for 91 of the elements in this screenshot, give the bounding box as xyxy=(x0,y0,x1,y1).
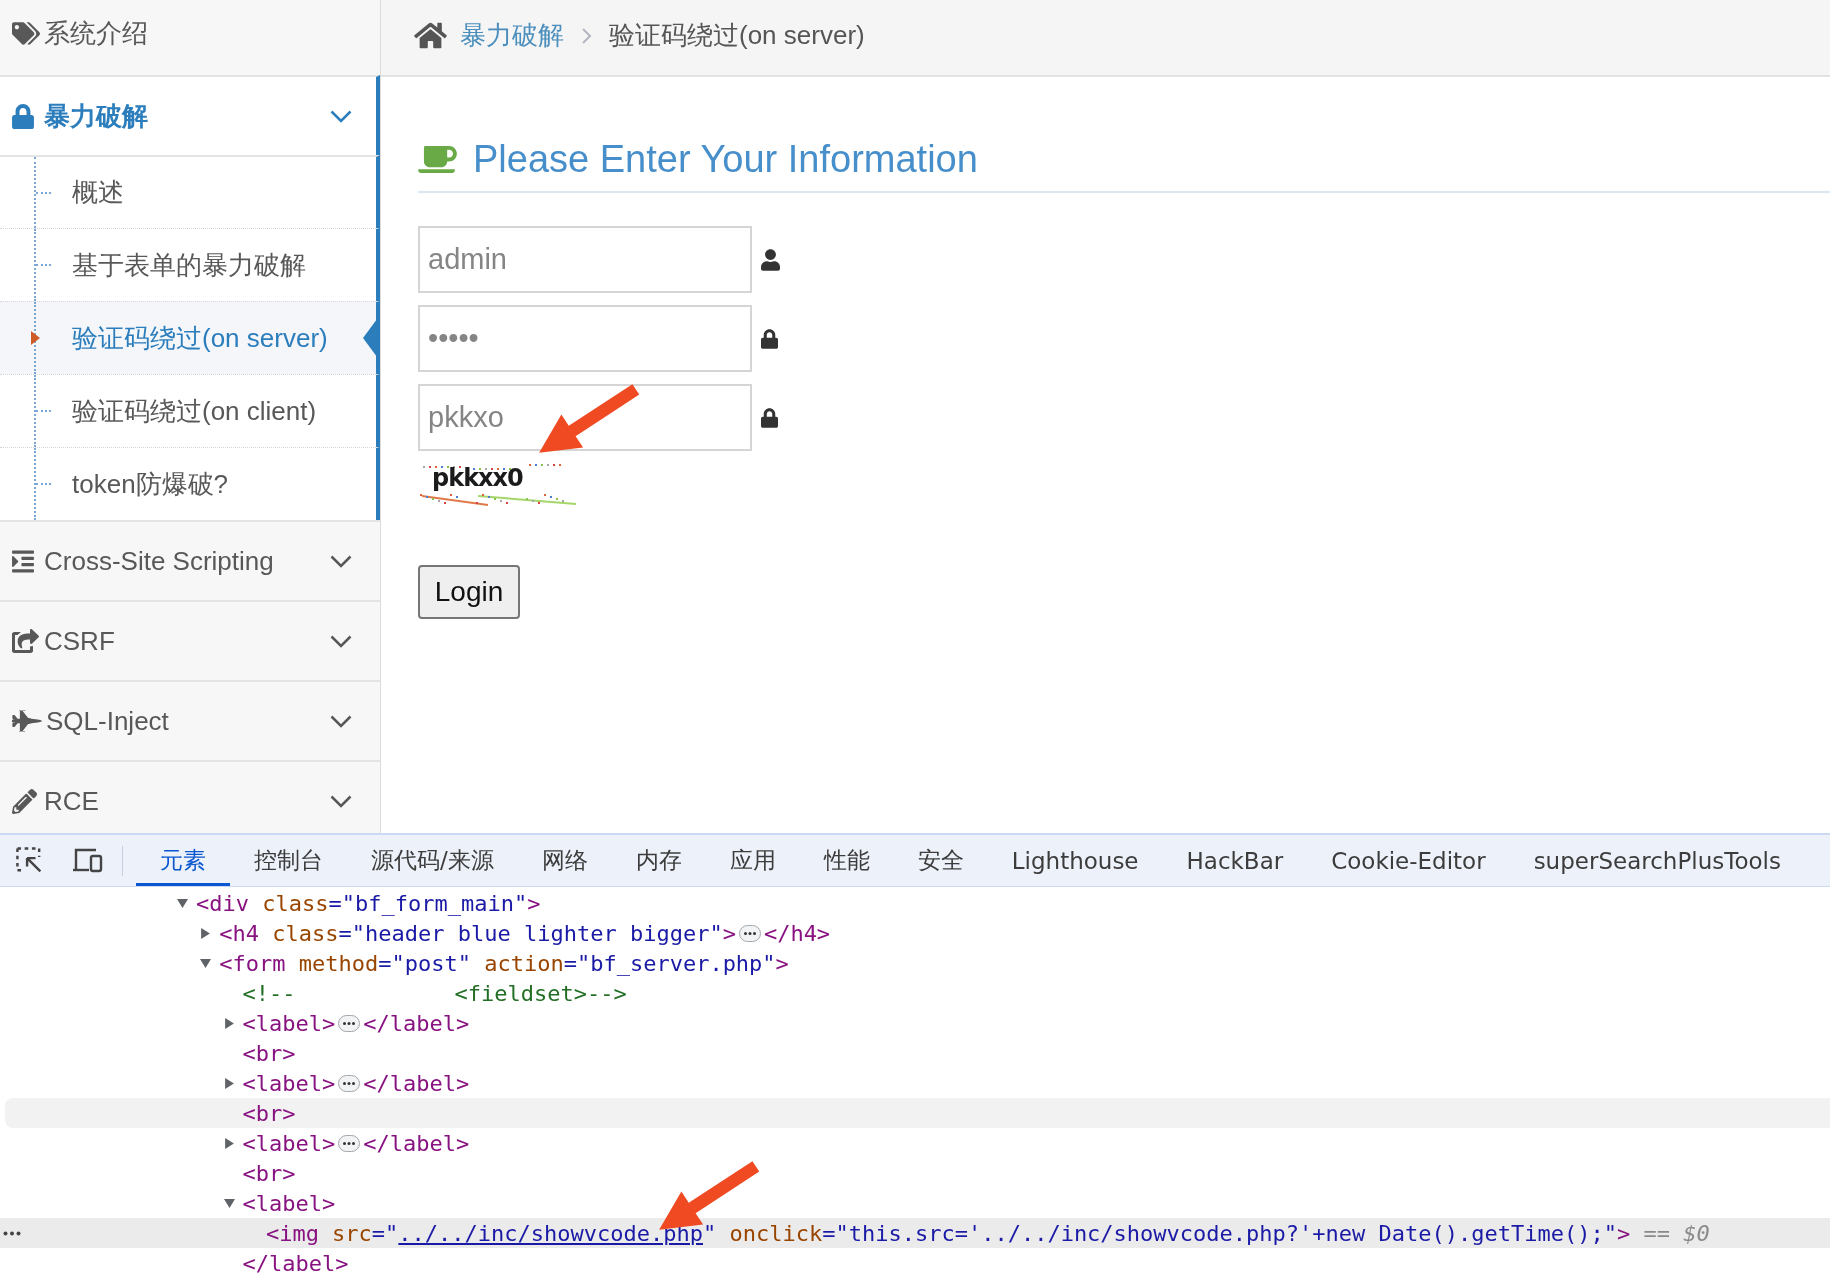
code-text: </label> xyxy=(242,1250,349,1276)
breadcrumb-current: 验证码绕过(on server) xyxy=(609,19,865,52)
code-text: </label> xyxy=(363,1130,470,1156)
devtools-tab[interactable]: 控制台 xyxy=(230,835,347,886)
triangle-down-icon[interactable] xyxy=(223,1197,235,1209)
sidebar-item[interactable]: CSRF xyxy=(0,600,380,680)
tags-icon xyxy=(12,21,40,46)
ellipsis-icon xyxy=(343,1021,356,1025)
submenu-item[interactable]: 概述 xyxy=(0,155,380,228)
submenu-item[interactable]: 基于表单的暴力破解 xyxy=(0,228,380,301)
dotted-tick xyxy=(36,410,51,412)
dotted-tick xyxy=(36,264,51,266)
code-text: <label> xyxy=(242,1010,336,1036)
share-icon xyxy=(12,629,39,653)
lock-icon xyxy=(12,103,34,129)
triangle-right-icon[interactable] xyxy=(223,1077,235,1089)
user-icon xyxy=(761,248,780,271)
ellipsis-button[interactable] xyxy=(338,1134,361,1152)
code-text: <!-- <fieldset>--> xyxy=(242,980,627,1006)
page-title: Please Enter Your Information xyxy=(473,137,978,181)
ellipsis-button[interactable] xyxy=(738,924,761,942)
sidebar-item[interactable]: 暴力破解 xyxy=(0,75,380,155)
jet-icon xyxy=(12,709,42,733)
captcha-image[interactable]: pkkxx0 xyxy=(418,462,578,506)
ellipsis-button[interactable] xyxy=(338,1014,361,1032)
captcha-text: pkkxx0 xyxy=(431,464,523,492)
devtools-tab[interactable]: Cookie-Editor xyxy=(1307,835,1510,886)
coffee-cup-icon xyxy=(418,143,457,175)
input-field[interactable]: admin xyxy=(418,226,752,293)
chevron-right-icon xyxy=(581,26,592,45)
devices-icon[interactable] xyxy=(72,847,103,874)
devtools-tab[interactable]: 元素 xyxy=(136,835,230,886)
triangle-down-icon[interactable] xyxy=(177,897,188,909)
ellipsis-icon xyxy=(343,1141,356,1145)
sidebar-item[interactable]: Cross-Site Scripting xyxy=(0,520,380,600)
devtools-tab[interactable]: 应用 xyxy=(705,835,800,886)
code-text: <br> xyxy=(242,1100,296,1126)
indent-icon xyxy=(12,548,34,574)
submenu-item[interactable]: token防爆破? xyxy=(0,447,380,520)
code-text: </label> xyxy=(363,1010,470,1036)
hovered-row[interactable]: <br> xyxy=(5,1098,1830,1128)
triangle-right-icon[interactable] xyxy=(223,1137,235,1149)
devtools-tab[interactable]: 网络 xyxy=(517,835,612,886)
dotted-tick xyxy=(36,483,51,485)
login-button[interactable]: Login xyxy=(418,565,520,619)
chevron-down-icon xyxy=(330,794,352,808)
selected-row[interactable]: <img src="../../inc/showvcode.php" onclick="this.src='../../inc/showvcode.php?'+new Date().getTime();"> == $0 xyxy=(0,1218,1830,1248)
devtools-tab[interactable]: 安全 xyxy=(893,835,988,886)
devtools-tab[interactable]: HackBar xyxy=(1162,835,1308,886)
code-text: <label> xyxy=(242,1070,336,1096)
devtools-tab[interactable]: 源代码/来源 xyxy=(347,835,518,886)
sidebar-item[interactable]: RCE xyxy=(0,760,380,833)
code-text: <label> xyxy=(242,1130,336,1156)
chevron-down-icon xyxy=(330,554,352,568)
devtools-tab[interactable]: Lighthouse xyxy=(987,835,1163,886)
input-field[interactable]: pkkxo xyxy=(418,384,752,451)
chevron-down-icon xyxy=(330,714,352,728)
ellipsis-icon xyxy=(343,1081,356,1085)
triangle-down-icon[interactable] xyxy=(200,957,212,969)
chevron-down-icon xyxy=(330,109,352,123)
devtools-tab[interactable]: 内存 xyxy=(611,835,706,886)
code-text: <div class="bf_form_main"> xyxy=(196,890,541,916)
code-text: </label> xyxy=(363,1070,470,1096)
devtools-tab[interactable]: superSearchPlusTools xyxy=(1509,835,1805,886)
code-text: <br> xyxy=(242,1160,296,1186)
chevron-down-icon xyxy=(330,634,352,648)
input-field[interactable]: ••••• xyxy=(418,305,752,372)
link[interactable]: ../../inc/showvcode.php xyxy=(398,1220,703,1246)
code-text: </h4> xyxy=(763,920,831,946)
sidebar-item[interactable]: 系统介绍 xyxy=(0,0,380,75)
sidebar-item[interactable]: SQL-Inject xyxy=(0,680,380,760)
code-text: <img src="../../inc/showvcode.php" onclick="this.src='../../inc/showvcode.php?'+new Date().getTime();"> == $0 xyxy=(265,1220,1710,1246)
code-text: <br> xyxy=(242,1040,296,1066)
ellipsis-button[interactable] xyxy=(338,1074,361,1092)
triangle-right-icon[interactable] xyxy=(223,1017,235,1029)
lock-icon xyxy=(761,328,778,349)
home-icon[interactable] xyxy=(414,21,447,50)
dotted-tick xyxy=(36,191,51,194)
submenu-item[interactable]: 验证码绕过(on server) xyxy=(0,301,380,374)
triangle-right-icon[interactable] xyxy=(200,927,212,939)
caret-icon xyxy=(31,331,40,345)
pencil-icon xyxy=(12,788,37,814)
submenu-item[interactable]: 验证码绕过(on client) xyxy=(0,374,380,447)
code-text: <h4 class="header blue lighter bigger"> xyxy=(219,920,736,946)
more-icon[interactable] xyxy=(3,1230,21,1236)
devtools-tab[interactable]: 性能 xyxy=(799,835,894,886)
lock-icon xyxy=(761,407,778,428)
code-text: <label> xyxy=(242,1190,336,1216)
code-text: <form method="post" action="bf_server.php"> xyxy=(219,950,789,976)
inspect-icon[interactable] xyxy=(15,846,44,875)
ellipsis-icon xyxy=(743,931,756,935)
